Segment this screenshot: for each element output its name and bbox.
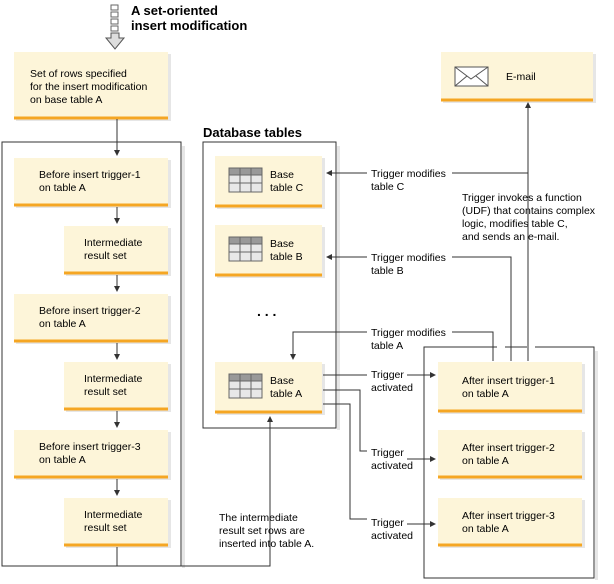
diagram-title: A set-oriented insert modification xyxy=(131,3,247,33)
intermediate-result-3: Intermediate result set xyxy=(64,498,171,548)
modifies-b-label: Trigger modifies table B xyxy=(371,252,446,277)
email-box: E-mail xyxy=(441,52,596,103)
activated-label-2: Trigger activated xyxy=(371,447,413,472)
activated-label-1: Trigger activated xyxy=(371,369,413,394)
base-table-c: Base table C xyxy=(215,156,325,209)
before-trigger-3: Before insert trigger-3 on table A xyxy=(14,430,171,480)
db-title: Database tables xyxy=(203,125,302,140)
before-trigger-2: Before insert trigger-2 on table A xyxy=(14,294,171,344)
start-box: Set of rows specified for the insert modi… xyxy=(14,52,171,121)
modifies-c-label: Trigger modifies table C xyxy=(371,168,446,193)
envelope-icon xyxy=(454,66,489,87)
after-trigger-3: After insert trigger-3 on table A xyxy=(438,498,585,548)
udf-note: Trigger invokes a function (UDF) that con… xyxy=(462,192,596,243)
base-table-a: Base table A xyxy=(215,362,325,415)
activated-label-3: Trigger activated xyxy=(371,517,413,542)
ellipsis: . . . xyxy=(257,303,276,319)
svg-text:E-mail: E-mail xyxy=(506,71,536,83)
table-icon xyxy=(228,167,263,193)
after-trigger-1: After insert trigger-1 on table A xyxy=(438,362,585,414)
before-trigger-1: Before insert trigger-1 on table A xyxy=(14,158,171,208)
insert-arrow-icon xyxy=(104,4,126,50)
trigger-diagram: A set-oriented insert modification Set of… xyxy=(1,3,598,580)
table-icon xyxy=(228,373,263,399)
intermediate-result-2: Intermediate result set xyxy=(64,362,171,412)
after-trigger-2: After insert trigger-2 on table A xyxy=(438,430,585,480)
intermediate-result-1: Intermediate result set xyxy=(64,226,171,276)
base-table-b: Base table B xyxy=(215,225,325,278)
insert-note: The intermediate result set rows are inser… xyxy=(219,512,314,550)
modifies-a-label: Trigger modifies table A xyxy=(371,327,446,352)
table-icon xyxy=(228,236,263,262)
